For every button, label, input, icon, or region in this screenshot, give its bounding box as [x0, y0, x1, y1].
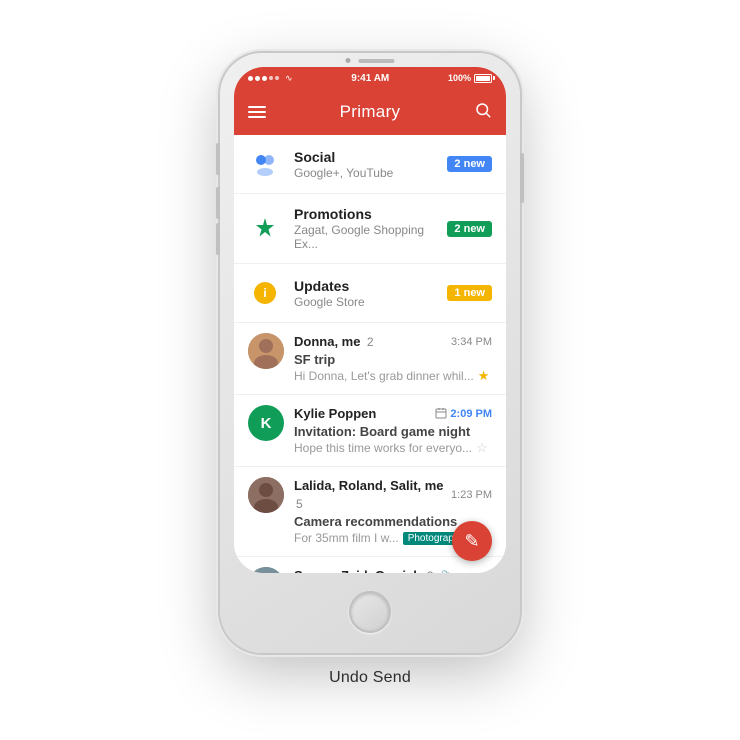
avatar-donna: [248, 333, 284, 369]
compose-fab[interactable]: ✎: [452, 521, 492, 561]
signal-dot-1: [248, 76, 253, 81]
donna-top: Donna, me 2 3:34 PM: [294, 333, 492, 351]
kylie-sender: Kylie Poppen: [294, 405, 376, 423]
promotions-info: Promotions Zagat, Google Shopping Ex...: [294, 206, 447, 251]
updates-name: Updates: [294, 278, 447, 294]
lalida-sender: Lalida, Roland, Salit, me 5: [294, 477, 451, 513]
donna-subject: SF trip: [294, 352, 492, 367]
compose-icon: ✎: [464, 531, 479, 552]
donna-content: Donna, me 2 3:34 PM SF trip Hi Donna, Le…: [294, 333, 492, 384]
avatar-somar: [248, 567, 284, 573]
kylie-preview: Hope this time works for everyo... ☆: [294, 440, 492, 456]
phone-frame: ∿ 9:41 AM 100% Primary: [220, 53, 520, 653]
hamburger-menu-button[interactable]: [248, 106, 266, 118]
avatar-lalida: [248, 477, 284, 513]
social-badge: 2 new: [447, 156, 492, 172]
camera-dot: [346, 58, 351, 63]
battery-fill: [476, 76, 490, 81]
promotions-icon: [248, 212, 282, 246]
header-title: Primary: [340, 102, 401, 122]
somar-top: Somar, Zaid, Garrick 3 📎: [294, 567, 492, 573]
social-icon: [248, 147, 282, 181]
category-row-promotions[interactable]: Promotions Zagat, Google Shopping Ex... …: [234, 194, 506, 264]
svg-text:i: i: [263, 286, 266, 300]
search-icon[interactable]: [474, 101, 492, 124]
kylie-time: 2:09 PM: [450, 408, 492, 420]
phone-screen: ∿ 9:41 AM 100% Primary: [234, 67, 506, 573]
donna-star[interactable]: ★: [478, 368, 490, 384]
updates-sub: Google Store: [294, 295, 447, 309]
signal-dot-2: [255, 76, 260, 81]
somar-content: Somar, Zaid, Garrick 3 📎 Hikes near San …: [294, 567, 492, 573]
social-name: Social: [294, 149, 447, 165]
updates-info: Updates Google Store: [294, 278, 447, 309]
status-time: 9:41 AM: [351, 73, 389, 84]
kylie-subject: Invitation: Board game night: [294, 424, 492, 439]
attachment-icon: 📎: [441, 571, 455, 573]
avatar-kylie: K: [248, 405, 284, 441]
updates-badge: 1 new: [447, 285, 492, 301]
category-row-social[interactable]: Social Google+, YouTube 2 new: [234, 135, 506, 194]
email-list: Social Google+, YouTube 2 new Promotions: [234, 135, 506, 573]
email-row-donna[interactable]: Donna, me 2 3:34 PM SF trip Hi Donna, Le…: [234, 323, 506, 395]
donna-time: 3:34 PM: [451, 336, 492, 348]
signal-dot-5: [275, 76, 279, 80]
signal-dot-3: [262, 76, 267, 81]
wifi-icon: ∿: [285, 73, 293, 84]
somar-sender-group: Somar, Zaid, Garrick 3 📎: [294, 567, 455, 573]
signal-dot-4: [269, 76, 273, 80]
lalida-time: 1:23 PM: [451, 489, 492, 501]
battery-label: 100%: [448, 73, 471, 83]
category-row-updates[interactable]: i Updates Google Store 1 new: [234, 264, 506, 323]
kylie-star[interactable]: ☆: [476, 440, 488, 456]
promotions-name: Promotions: [294, 206, 447, 222]
social-info: Social Google+, YouTube: [294, 149, 447, 180]
lalida-top: Lalida, Roland, Salit, me 5 1:23 PM: [294, 477, 492, 513]
calendar-icon: [435, 407, 447, 422]
updates-icon: i: [248, 276, 282, 310]
phone-wrapper: ∿ 9:41 AM 100% Primary: [220, 53, 520, 653]
phone-top-bar: [346, 58, 395, 63]
donna-preview: Hi Donna, Let's grab dinner whil... ★: [294, 368, 492, 384]
email-row-kylie[interactable]: K Kylie Poppen: [234, 395, 506, 467]
kylie-content: Kylie Poppen: [294, 405, 492, 456]
status-signals: ∿: [248, 73, 293, 84]
gmail-header: Primary: [234, 89, 506, 135]
status-right: 100%: [448, 73, 492, 83]
donna-sender: Donna, me 2: [294, 333, 374, 351]
undo-send-label: Undo Send: [329, 669, 411, 687]
promotions-sub: Zagat, Google Shopping Ex...: [294, 223, 447, 251]
status-bar: ∿ 9:41 AM 100%: [234, 67, 506, 89]
battery-icon: [474, 74, 492, 83]
kylie-top: Kylie Poppen: [294, 405, 492, 423]
speaker-slot: [359, 59, 395, 63]
home-button[interactable]: [349, 591, 391, 633]
social-sub: Google+, YouTube: [294, 166, 447, 180]
promotions-badge: 2 new: [447, 221, 492, 237]
